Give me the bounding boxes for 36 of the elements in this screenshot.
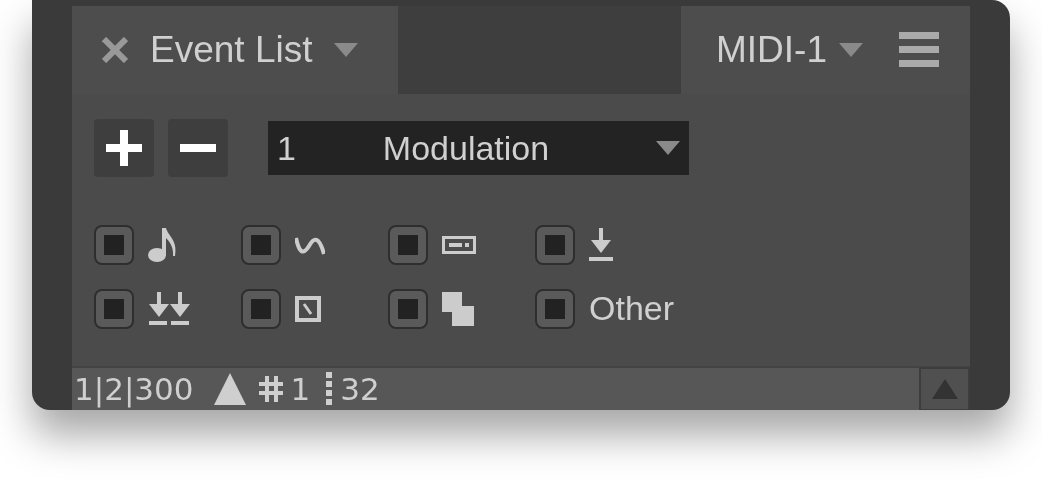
checkbox[interactable] bbox=[535, 288, 575, 329]
caret-icon bbox=[839, 43, 863, 57]
plus-icon bbox=[106, 130, 142, 166]
close-icon[interactable] bbox=[102, 37, 128, 63]
scroll-up-button[interactable] bbox=[919, 367, 970, 410]
bar-icon bbox=[442, 236, 476, 254]
checkbox[interactable] bbox=[535, 225, 575, 265]
download-icon bbox=[589, 228, 613, 262]
tab[interactable]: Event List bbox=[72, 6, 398, 94]
controller-dropdown[interactable]: 1 Modulation bbox=[268, 121, 689, 175]
caret-icon bbox=[334, 43, 359, 57]
checkbox[interactable] bbox=[94, 288, 134, 329]
checkbox[interactable] bbox=[388, 288, 428, 329]
remove-button[interactable] bbox=[168, 119, 228, 177]
checkbox[interactable] bbox=[241, 225, 281, 265]
tab-label: Event List bbox=[150, 28, 313, 73]
triangle-icon bbox=[213, 373, 246, 405]
checkbox[interactable] bbox=[241, 288, 281, 329]
double-download-icon bbox=[148, 291, 190, 326]
filter-label: Other bbox=[589, 288, 675, 329]
value-text: 32 bbox=[340, 369, 380, 409]
slashed-square-icon bbox=[295, 295, 321, 322]
dotted-line-icon bbox=[326, 372, 333, 406]
add-button[interactable] bbox=[94, 119, 154, 177]
hash-icon bbox=[258, 376, 283, 402]
track-dropdown[interactable]: MIDI-1 bbox=[716, 22, 863, 78]
menu-icon[interactable] bbox=[899, 32, 939, 68]
minus-icon bbox=[180, 144, 216, 152]
channel-text: 1 bbox=[290, 369, 311, 409]
caret-icon bbox=[656, 141, 680, 155]
position-text: 1|2|300 bbox=[74, 369, 194, 410]
overlapping-squares-icon bbox=[442, 291, 474, 326]
up-arrow-icon bbox=[931, 379, 958, 399]
checkbox[interactable] bbox=[388, 225, 428, 265]
checkbox[interactable] bbox=[94, 225, 134, 265]
note-icon bbox=[148, 228, 178, 262]
